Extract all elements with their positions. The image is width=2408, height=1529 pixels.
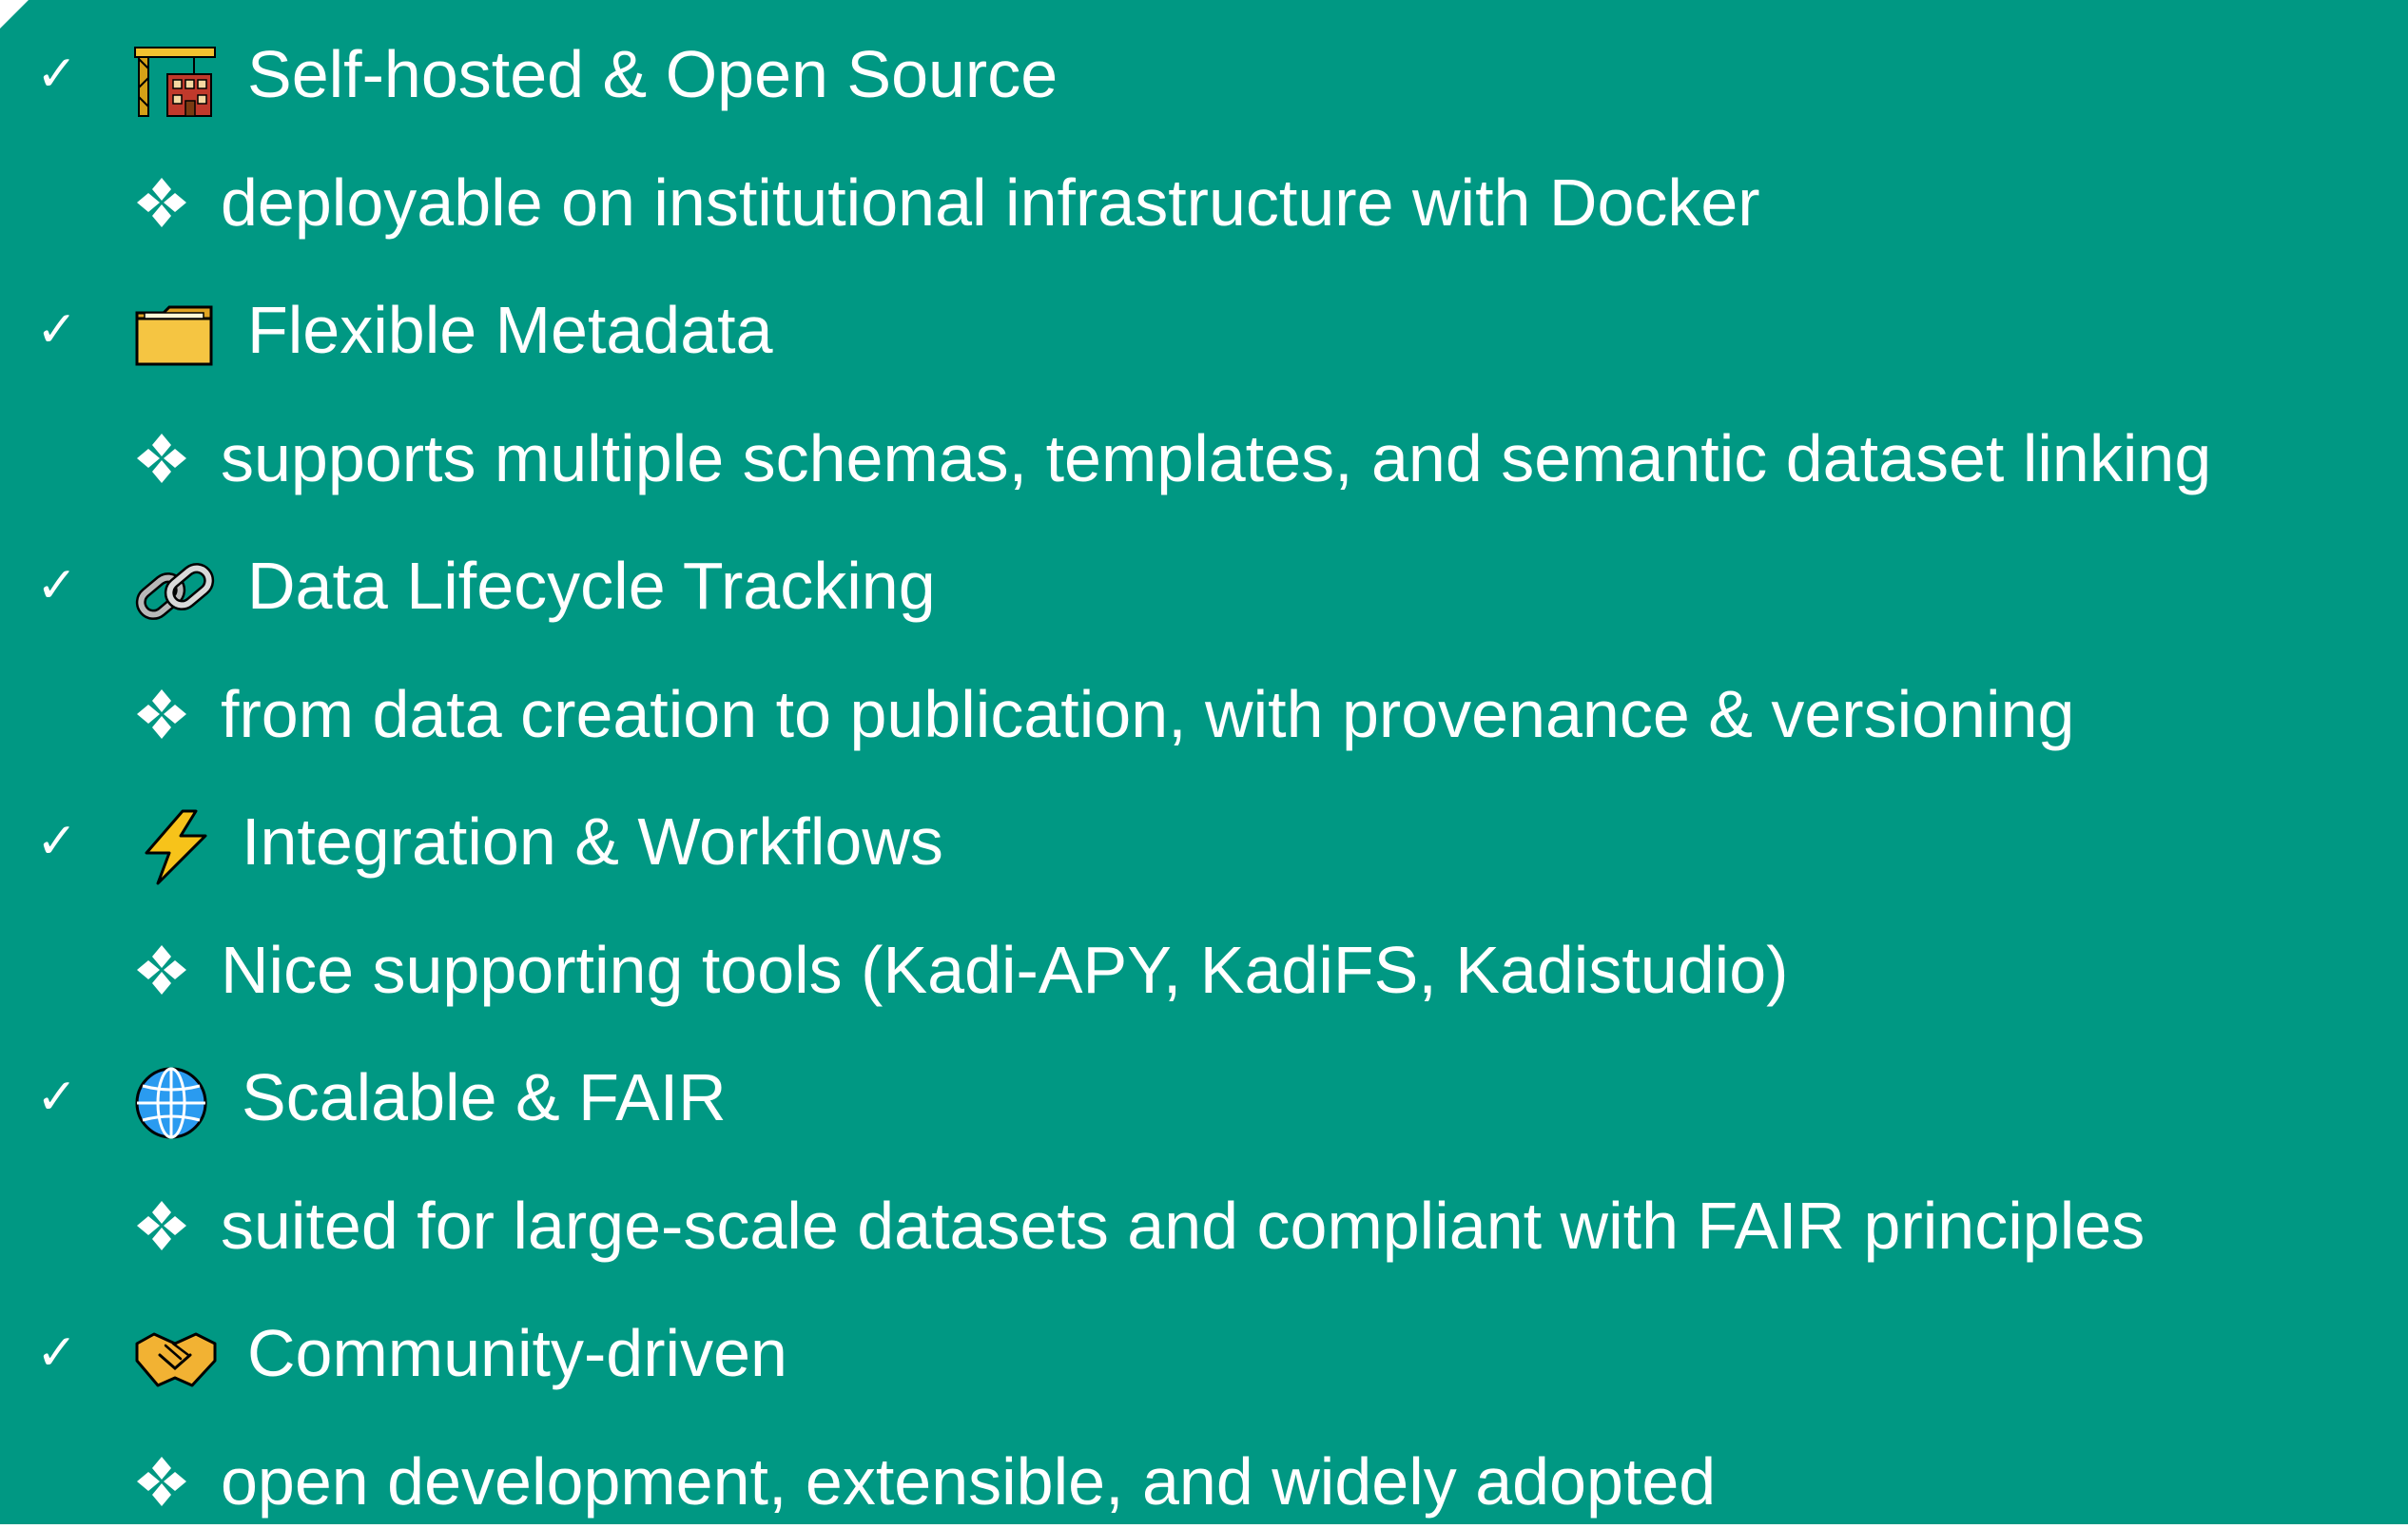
feature-detail-text: Nice supporting tools (Kadi-APY, KadiFS,… bbox=[221, 933, 1789, 1007]
four-diamond-icon bbox=[135, 1455, 188, 1508]
feature-title: Data Lifecycle Tracking bbox=[247, 549, 936, 623]
check-icon: ✓ bbox=[36, 557, 78, 614]
feature-title: Self-hosted & Open Source bbox=[247, 37, 1058, 111]
lightning-icon bbox=[133, 809, 219, 885]
feature-detail-row: open development, extensible, and widely… bbox=[0, 1434, 2408, 1524]
feature-detail-row: Nice supporting tools (Kadi-APY, KadiFS,… bbox=[0, 922, 2408, 1017]
feature-title: Integration & Workflows bbox=[242, 804, 943, 879]
feature-item-integration: ✓ Integration & Workflows bbox=[0, 794, 2408, 889]
feature-detail-text: suited for large-scale datasets and comp… bbox=[221, 1189, 2146, 1263]
construction-crane-icon bbox=[133, 42, 219, 118]
feature-detail-row: deployable on institutional infrastructu… bbox=[0, 155, 2408, 250]
feature-item-data-lifecycle: ✓ Data Lifecycle Tracking bbox=[0, 538, 2408, 633]
four-diamond-icon bbox=[135, 1199, 188, 1252]
check-icon: ✓ bbox=[36, 1069, 78, 1126]
four-diamond-icon bbox=[135, 176, 188, 229]
feature-detail-text: supports multiple schemas, templates, an… bbox=[221, 421, 2212, 495]
handshake-icon bbox=[133, 1321, 219, 1397]
feature-detail-row: supports multiple schemas, templates, an… bbox=[0, 411, 2408, 506]
feature-detail-text: open development, extensible, and widely… bbox=[221, 1444, 1717, 1519]
check-icon: ✓ bbox=[36, 813, 78, 870]
folder-icon bbox=[133, 298, 219, 374]
feature-detail-text: from data creation to publication, with … bbox=[221, 677, 2075, 751]
four-diamond-icon bbox=[135, 943, 188, 997]
feature-title: Flexible Metadata bbox=[247, 293, 773, 367]
feature-item-scalable: ✓ Scalable & FAIR bbox=[0, 1050, 2408, 1145]
feature-title: Community-driven bbox=[247, 1316, 787, 1390]
check-icon: ✓ bbox=[36, 1325, 78, 1382]
feature-title: Scalable & FAIR bbox=[242, 1060, 727, 1134]
feature-item-community: ✓ Community-driven bbox=[0, 1306, 2408, 1401]
globe-icon bbox=[133, 1065, 219, 1141]
feature-detail-row: suited for large-scale datasets and comp… bbox=[0, 1178, 2408, 1273]
check-icon: ✓ bbox=[36, 301, 78, 358]
feature-panel: ✓ Self-hosted & Open Source deployable o… bbox=[0, 0, 2408, 1524]
feature-item-flexible-metadata: ✓ Flexible Metadata bbox=[0, 282, 2408, 377]
four-diamond-icon bbox=[135, 687, 188, 741]
four-diamond-icon bbox=[135, 432, 188, 485]
feature-detail-row: from data creation to publication, with … bbox=[0, 667, 2408, 762]
feature-item-self-hosted: ✓ Self-hosted & Open Source bbox=[0, 27, 2408, 122]
feature-detail-text: deployable on institutional infrastructu… bbox=[221, 165, 1760, 240]
check-icon: ✓ bbox=[36, 46, 78, 103]
link-icon bbox=[133, 553, 219, 629]
